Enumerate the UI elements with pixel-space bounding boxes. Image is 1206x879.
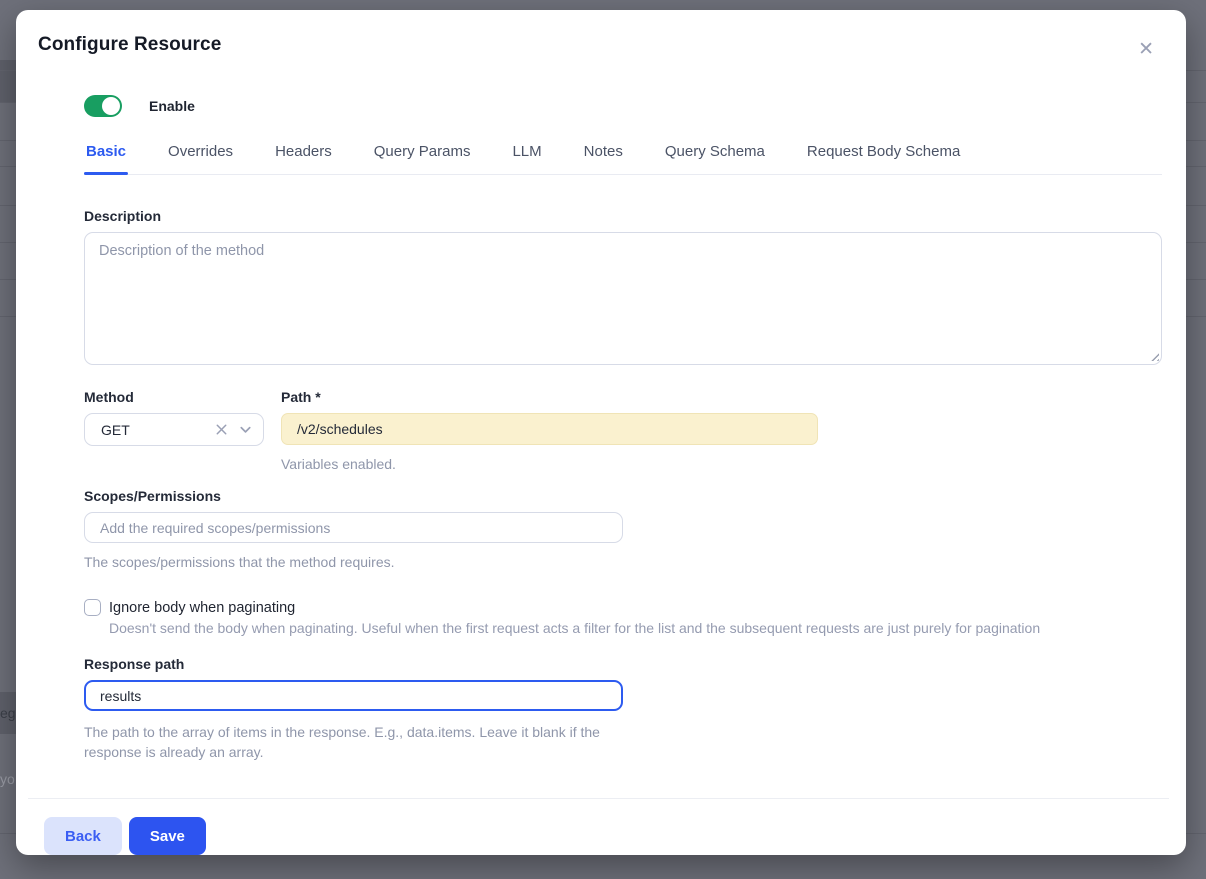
method-label: Method xyxy=(84,389,264,405)
enable-toggle-label: Enable xyxy=(149,98,195,114)
path-helper-text: Variables enabled. xyxy=(281,456,818,472)
backdrop-text-fragment: eg xyxy=(0,706,16,720)
response-path-input[interactable] xyxy=(84,680,623,711)
path-label: Path * xyxy=(281,389,818,405)
description-textarea[interactable] xyxy=(84,232,1162,365)
description-label: Description xyxy=(84,208,1162,224)
enable-toggle[interactable] xyxy=(84,95,122,117)
path-input[interactable] xyxy=(281,413,818,445)
tab-request-body-schema[interactable]: Request Body Schema xyxy=(805,143,962,174)
tab-overrides[interactable]: Overrides xyxy=(166,143,235,174)
modal-title: Configure Resource xyxy=(38,34,221,56)
save-button[interactable]: Save xyxy=(129,817,206,855)
scopes-helper-text: The scopes/permissions that the method r… xyxy=(84,554,1162,570)
enable-toggle-row: Enable xyxy=(84,95,1186,117)
backdrop-row xyxy=(0,60,16,102)
ignore-body-checkbox[interactable] xyxy=(84,599,101,616)
tab-notes[interactable]: Notes xyxy=(582,143,625,174)
tab-llm[interactable]: LLM xyxy=(510,143,543,174)
modal-header: Configure Resource ✕ xyxy=(16,10,1186,63)
toggle-knob xyxy=(102,97,120,115)
response-path-label: Response path xyxy=(84,656,1162,672)
ignore-body-helper-text: Doesn't send the body when paginating. U… xyxy=(109,620,1119,636)
tab-basic[interactable]: Basic xyxy=(84,143,128,174)
configure-resource-modal: Configure Resource ✕ Enable Basic Overri… xyxy=(16,10,1186,855)
method-select-value: GET xyxy=(101,422,214,438)
method-select[interactable]: GET xyxy=(84,413,264,446)
tab-bar: Basic Overrides Headers Query Params LLM… xyxy=(84,143,1162,175)
ignore-body-label[interactable]: Ignore body when paginating xyxy=(109,600,295,616)
tab-query-schema[interactable]: Query Schema xyxy=(663,143,767,174)
scopes-label: Scopes/Permissions xyxy=(84,488,1162,504)
modal-footer: Back Save xyxy=(16,798,1186,855)
modal-body: Description Method GET xyxy=(16,175,1186,763)
backdrop-text-fragment: yo xyxy=(0,772,15,786)
clear-icon[interactable] xyxy=(214,422,229,437)
back-button[interactable]: Back xyxy=(44,817,122,855)
tab-headers[interactable]: Headers xyxy=(273,143,334,174)
scopes-input[interactable] xyxy=(84,512,623,543)
chevron-down-icon[interactable] xyxy=(238,422,253,437)
close-icon[interactable]: ✕ xyxy=(1130,36,1162,63)
response-path-helper-text: The path to the array of items in the re… xyxy=(84,722,624,762)
tab-query-params[interactable]: Query Params xyxy=(372,143,473,174)
